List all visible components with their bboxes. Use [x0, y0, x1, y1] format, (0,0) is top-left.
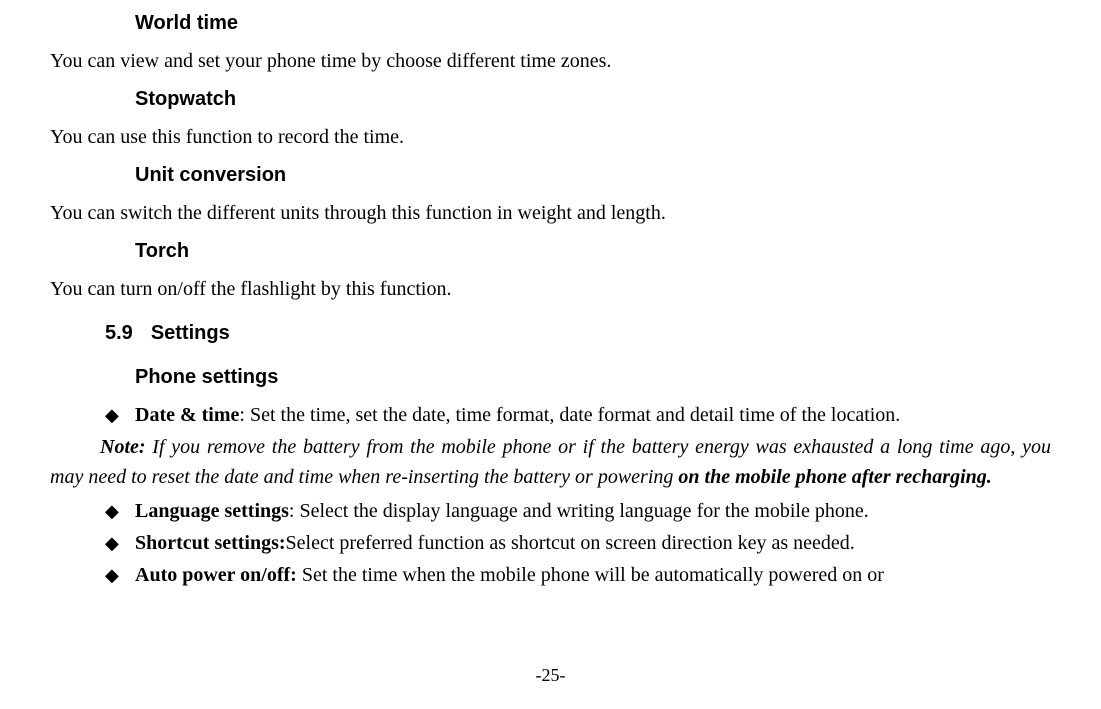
- note-label: Note:: [100, 436, 146, 458]
- diamond-bullet-icon: ◆: [105, 530, 135, 557]
- diamond-bullet-icon: ◆: [105, 498, 135, 525]
- diamond-bullet-icon: ◆: [105, 562, 135, 589]
- body-stopwatch: You can use this function to record the …: [50, 122, 1051, 152]
- bullet-shortcut-settings: ◆Shortcut settings:Select preferred func…: [105, 528, 1051, 558]
- body-unit-conversion: You can switch the different units throu…: [50, 198, 1051, 228]
- heading-torch: Torch: [135, 236, 1051, 266]
- page-number: -25-: [0, 662, 1101, 689]
- heading-phone-settings: Phone settings: [135, 362, 1051, 392]
- bullet-language-settings: ◆Language settings: Select the display l…: [105, 496, 1051, 526]
- diamond-bullet-icon: ◆: [105, 402, 135, 429]
- bullet-text: Set the time when the mobile phone will …: [297, 564, 884, 586]
- note-emphasis: on the mobile phone after recharging.: [678, 466, 991, 488]
- heading-world-time: World time: [135, 8, 1051, 38]
- bullet-label: Auto power on/off:: [135, 564, 297, 586]
- body-world-time: You can view and set your phone time by …: [50, 46, 1051, 76]
- body-torch: You can turn on/off the flashlight by th…: [50, 274, 1051, 304]
- bullet-date-time: ◆Date & time: Set the time, set the date…: [105, 400, 1051, 430]
- section-number: 5.9: [105, 322, 133, 344]
- bullet-auto-power: ◆Auto power on/off: Set the time when th…: [105, 560, 1051, 590]
- bullet-label: Shortcut settings:: [135, 532, 286, 554]
- section-title: Settings: [151, 322, 230, 344]
- bullet-text: Select preferred function as shortcut on…: [286, 532, 855, 554]
- note-block: Note: If you remove the battery from the…: [0, 432, 1051, 492]
- bullet-label: Date & time: [135, 404, 239, 426]
- bullet-label: Language settings: [135, 500, 289, 522]
- heading-stopwatch: Stopwatch: [135, 84, 1051, 114]
- bullet-text: : Select the display language and writin…: [289, 500, 869, 522]
- section-settings: 5.9 Settings: [105, 318, 1051, 348]
- bullet-text: : Set the time, set the date, time forma…: [239, 404, 900, 426]
- heading-unit-conversion: Unit conversion: [135, 160, 1051, 190]
